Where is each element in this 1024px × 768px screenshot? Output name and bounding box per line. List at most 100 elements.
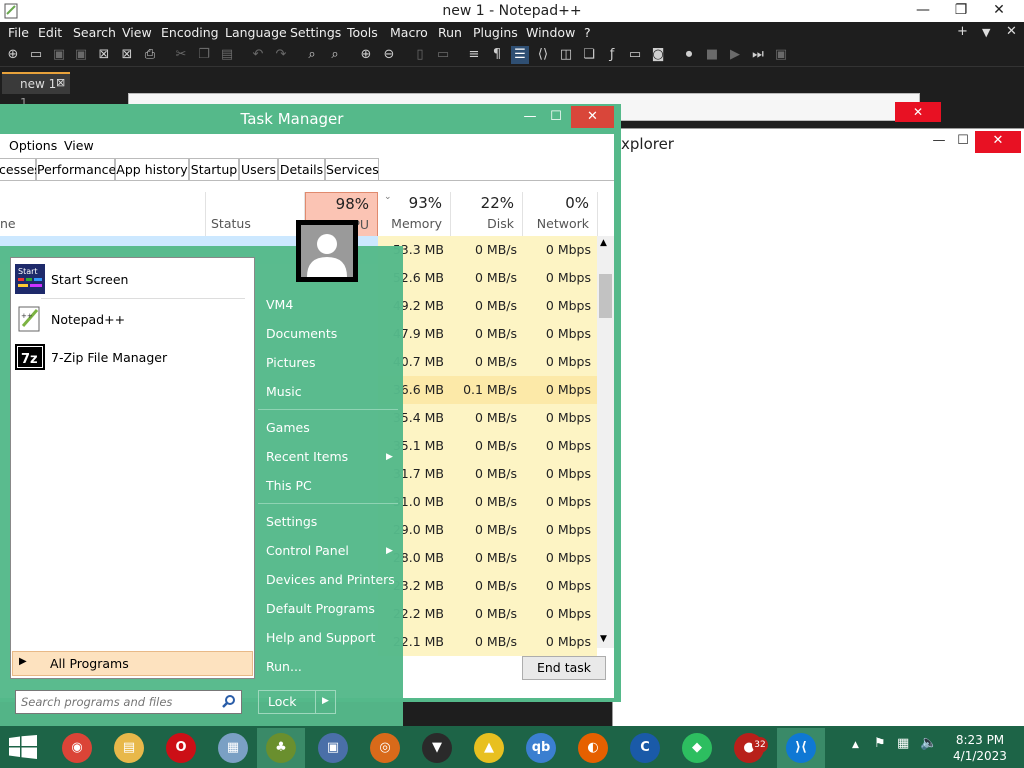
- undo-icon[interactable]: ↶: [249, 46, 267, 64]
- record-macro-icon[interactable]: ⏺: [680, 46, 698, 64]
- network-icon[interactable]: ▦: [897, 736, 909, 751]
- menu-settings[interactable]: Settings: [290, 25, 341, 40]
- start-link-default-programs[interactable]: Default Programs: [266, 601, 375, 616]
- paste-icon[interactable]: ▤: [218, 46, 236, 64]
- volume-icon[interactable]: 🔈: [920, 735, 937, 751]
- scroll-down-icon[interactable]: ▼: [600, 634, 607, 644]
- tm-maximize-button[interactable]: ☐: [541, 106, 571, 128]
- notepad-titlebar[interactable]: new 1 - Notepad++ — ❐ ✕: [0, 0, 1024, 22]
- run-macro-multiple-icon[interactable]: ⏭: [749, 46, 767, 64]
- print-icon[interactable]: ⎙: [141, 46, 159, 64]
- taskbar-network-app[interactable]: ▣: [309, 728, 357, 768]
- program-notepad-plus-plus[interactable]: ++ Notepad++: [15, 302, 247, 336]
- tm-close-button[interactable]: ✕: [571, 106, 614, 128]
- tm-menu-view[interactable]: View: [64, 138, 94, 153]
- all-programs-button[interactable]: ▶ All Programs: [12, 651, 253, 676]
- background-window-close-icon[interactable]: ✕: [895, 102, 941, 122]
- indent-guide-icon[interactable]: ☰: [511, 46, 529, 64]
- tab-new-1[interactable]: new 1 ⊠: [2, 72, 70, 94]
- user-avatar[interactable]: [296, 220, 358, 282]
- zoom-out-icon[interactable]: ⊖: [380, 46, 398, 64]
- taskbar-c-app[interactable]: C: [621, 728, 669, 768]
- end-task-button[interactable]: End task: [522, 656, 606, 680]
- start-link-devices-and-printers[interactable]: Devices and Printers: [266, 572, 395, 587]
- minimize-button[interactable]: —: [906, 0, 940, 22]
- search-icon[interactable]: [221, 694, 237, 710]
- language-icon[interactable]: ⟨⟩: [534, 46, 552, 64]
- action-center-flag-icon[interactable]: ⚑: [874, 736, 886, 751]
- tab-services[interactable]: Services: [325, 158, 379, 181]
- zoom-in-icon[interactable]: ⊕: [357, 46, 375, 64]
- new-tab-icon[interactable]: +: [957, 24, 968, 39]
- close-button[interactable]: ✕: [982, 0, 1016, 22]
- tm-menu-options[interactable]: Options: [9, 138, 57, 153]
- menu-run[interactable]: Run: [438, 25, 462, 40]
- lock-button[interactable]: Lock ▶: [258, 690, 336, 714]
- start-link-games[interactable]: Games: [266, 420, 310, 435]
- tab-users[interactable]: Users: [239, 158, 278, 181]
- scroll-up-icon[interactable]: ▲: [600, 238, 607, 248]
- program-start-screen[interactable]: Start Start Screen: [15, 262, 247, 296]
- start-link-run[interactable]: Run...: [266, 659, 302, 674]
- taskbar-qbittorrent[interactable]: qb: [517, 728, 565, 768]
- tab-close-icon[interactable]: ⊠: [56, 76, 65, 89]
- taskbar-tree-app[interactable]: ♣: [257, 728, 305, 768]
- start-link-pictures[interactable]: Pictures: [266, 355, 316, 370]
- monitor-icon[interactable]: ▭: [626, 46, 644, 64]
- taskbar-task-manager[interactable]: ▦: [209, 728, 257, 768]
- restore-button[interactable]: ❐: [944, 0, 978, 22]
- start-search-input[interactable]: [19, 693, 219, 711]
- start-link-recent-items[interactable]: Recent Items: [266, 449, 348, 464]
- tab-performance[interactable]: Performance: [36, 158, 116, 181]
- show-hidden-icons-icon[interactable]: ▲: [852, 740, 859, 750]
- menu-macro[interactable]: Macro: [390, 25, 428, 40]
- tab-startup[interactable]: Startup: [189, 158, 239, 181]
- scroll-thumb[interactable]: [599, 274, 612, 318]
- column-status[interactable]: Status: [205, 192, 305, 238]
- copy-icon[interactable]: ❐: [195, 46, 213, 64]
- folder-workspace-icon[interactable]: ◙: [649, 46, 667, 64]
- power-options-arrow-icon[interactable]: ▶: [322, 696, 329, 706]
- taskbar-chrome[interactable]: ◉: [53, 728, 101, 768]
- process-list-scrollbar[interactable]: ▲ ▼: [597, 236, 614, 648]
- taskbar-fox-app[interactable]: ▼: [413, 728, 461, 768]
- tab-details[interactable]: Details: [278, 158, 325, 181]
- menu-edit[interactable]: Edit: [38, 25, 62, 40]
- start-link-music[interactable]: Music: [266, 384, 302, 399]
- replace-icon[interactable]: ⌕: [326, 46, 344, 64]
- start-link-this-pc[interactable]: This PC: [266, 478, 312, 493]
- stop-macro-icon[interactable]: ■: [703, 46, 721, 64]
- open-file-icon[interactable]: ▭: [27, 46, 45, 64]
- show-all-chars-icon[interactable]: ¶: [488, 46, 506, 64]
- start-link-settings[interactable]: Settings: [266, 514, 317, 529]
- close-file-icon[interactable]: ⊠: [95, 46, 113, 64]
- taskbar-firefox[interactable]: ◐: [569, 728, 617, 768]
- close-doc-icon[interactable]: ✕: [1006, 24, 1017, 39]
- taskbar-file-explorer[interactable]: ▤: [105, 728, 153, 768]
- menu-search[interactable]: Search: [73, 25, 116, 40]
- find-icon[interactable]: ⌕: [303, 46, 321, 64]
- tab-processes[interactable]: cesses: [0, 158, 41, 181]
- system-clock[interactable]: 8:23 PM 4/1/2023: [940, 732, 1020, 764]
- menu-language[interactable]: Language: [225, 25, 287, 40]
- function-list-icon[interactable]: ƒ: [603, 46, 621, 64]
- word-wrap-icon[interactable]: ≡: [465, 46, 483, 64]
- taskbar-triangle-app[interactable]: ▲: [465, 728, 513, 768]
- save-all-icon[interactable]: ▣: [72, 46, 90, 64]
- column-memory[interactable]: ⌄ 93% Memory: [378, 192, 451, 238]
- menu-plugins[interactable]: Plugins: [473, 25, 518, 40]
- start-search-box[interactable]: [15, 690, 242, 714]
- taskbar-vscode[interactable]: ⟩⟨: [777, 728, 825, 768]
- redo-icon[interactable]: ↷: [272, 46, 290, 64]
- cut-icon[interactable]: ✂: [172, 46, 190, 64]
- taskbar-evernote[interactable]: ◆: [673, 728, 721, 768]
- column-name[interactable]: ne: [0, 192, 206, 238]
- menu-encoding[interactable]: Encoding: [161, 25, 219, 40]
- close-all-icon[interactable]: ⊠: [118, 46, 136, 64]
- taskbar-eye-app[interactable]: ◎: [361, 728, 409, 768]
- start-link-control-panel[interactable]: Control Panel: [266, 543, 349, 558]
- save-icon[interactable]: ▣: [50, 46, 68, 64]
- menu-window[interactable]: Window: [526, 25, 575, 40]
- column-network[interactable]: 0% Network: [523, 192, 598, 238]
- column-disk[interactable]: 22% Disk: [451, 192, 523, 238]
